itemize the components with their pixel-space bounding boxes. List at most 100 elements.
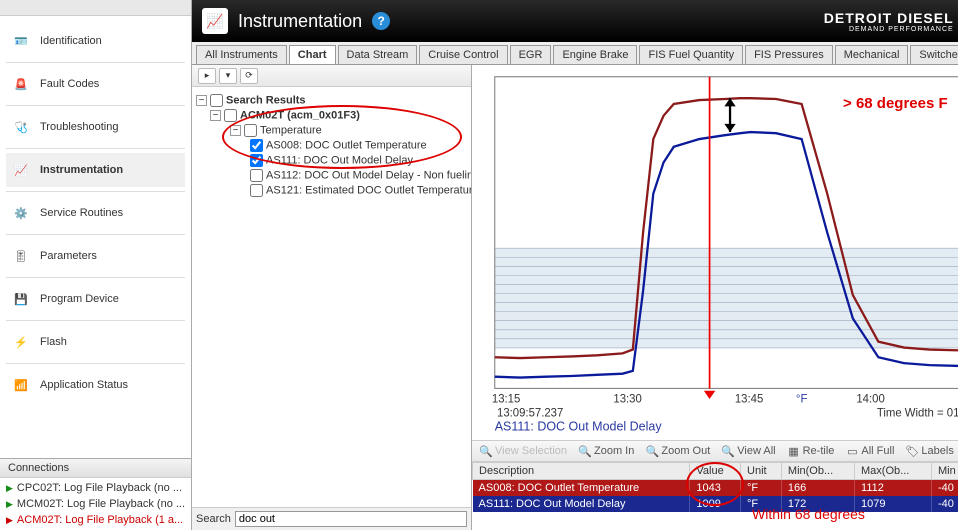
tab-chart[interactable]: Chart — [289, 45, 336, 64]
table-header[interactable]: Max(Ob... — [855, 463, 932, 480]
tree-leaf-label: AS008: DOC Outlet Temperature — [266, 139, 427, 151]
tab-fis-fuel-quantity[interactable]: FIS Fuel Quantity — [639, 45, 743, 64]
svg-text:°F: °F — [796, 393, 807, 405]
instrumentation-icon: 📈 — [202, 8, 228, 34]
table-row[interactable]: AS008: DOC Outlet Temperature1043°F16611… — [473, 480, 958, 497]
chart-area[interactable]: 13:1513:3013:4514:0014:1513:09:57.237°FT… — [472, 65, 958, 440]
sidebar-item-label: Application Status — [40, 379, 128, 391]
all-full-icon: ▭ — [846, 445, 858, 457]
sidebar-item-application-status[interactable]: 📶 Application Status — [6, 368, 185, 402]
brand-line1: DETROIT DIESEL — [824, 10, 954, 26]
retile-button[interactable]: ▦Re-tile — [788, 445, 835, 457]
sidebar: 🪪 Identification 🚨 Fault Codes 🩺Troubleshoot… — [0, 0, 192, 530]
sidebar-item-label: Service Routines — [40, 207, 123, 219]
help-icon[interactable]: ? — [372, 12, 390, 30]
sidebar-item-identification[interactable]: 🪪 Identification — [6, 24, 185, 58]
tree-node-label: Temperature — [260, 124, 322, 136]
tree-collapse-button[interactable]: ▾ — [219, 68, 237, 84]
tab-egr[interactable]: EGR — [510, 45, 552, 64]
all-full-button[interactable]: ▭All Full — [846, 445, 894, 457]
tree-checkbox[interactable] — [244, 124, 257, 137]
expander-icon[interactable]: − — [230, 125, 241, 136]
search-label: Search — [196, 513, 231, 525]
tab-switches[interactable]: Switches — [910, 45, 958, 64]
tab-fis-pressures[interactable]: FIS Pressures — [745, 45, 833, 64]
table-header[interactable]: Description — [473, 463, 690, 480]
table-cell: °F — [741, 480, 782, 497]
table-annotation-text: Within 68 degrees — [752, 506, 865, 522]
tree-checkbox[interactable] — [250, 169, 263, 182]
svg-text:Time Width = 01:19:27.705: Time Width = 01:19:27.705 — [877, 407, 958, 419]
tree-checkbox[interactable] — [250, 139, 263, 152]
svg-text:13:45: 13:45 — [735, 393, 763, 405]
table-cell: AS008: DOC Outlet Temperature — [473, 480, 690, 497]
sidebar-item-label: Identification — [40, 35, 102, 47]
tree-node-label: ACM02T (acm_0x01F3) — [240, 109, 360, 121]
gear-icon: ⚙️ — [10, 202, 32, 224]
expander-icon[interactable]: − — [210, 110, 221, 121]
brand: DETROIT DIESEL DEMAND PERFORMANCE — [824, 10, 954, 33]
tree-leaf-label: AS112: DOC Out Model Delay - Non fueling — [266, 169, 471, 181]
table-cell: AS111: DOC Out Model Delay — [473, 496, 690, 512]
tree-expand-button[interactable]: ▸ — [198, 68, 216, 84]
labels-icon: 🏷 — [906, 445, 918, 457]
expander-icon[interactable]: − — [196, 95, 207, 106]
connections-panel: Connections ▶CPC02T: Log File Playback (… — [0, 458, 191, 530]
alert-icon: 🚨 — [10, 73, 32, 95]
brand-line2: DEMAND PERFORMANCE — [824, 26, 954, 33]
view-selection-button[interactable]: 🔍View Selection — [480, 445, 567, 457]
view-all-button[interactable]: 🔍View All — [722, 445, 775, 457]
tab-bar: All InstrumentsChartData StreamCruise Co… — [192, 42, 958, 65]
tab-mechanical[interactable]: Mechanical — [835, 45, 909, 64]
tab-cruise-control[interactable]: Cruise Control — [419, 45, 507, 64]
chart-toolbar: 🔍View Selection 🔍Zoom In 🔍Zoom Out 🔍View… — [472, 440, 958, 462]
tree-checkbox[interactable] — [250, 154, 263, 167]
tab-engine-brake[interactable]: Engine Brake — [553, 45, 637, 64]
zoom-out-icon: 🔍 — [646, 445, 658, 457]
tab-data-stream[interactable]: Data Stream — [338, 45, 418, 64]
tree-checkbox[interactable] — [250, 184, 263, 197]
sidebar-item-parameters[interactable]: 🎚Parameters — [6, 239, 185, 273]
tree-checkbox[interactable] — [224, 109, 237, 122]
status-icon: 📶 — [10, 374, 32, 396]
connection-item[interactable]: ▶CPC02T: Log File Playback (no ... — [4, 480, 187, 496]
connection-item[interactable]: ▶ACM02T: Log File Playback (1 a... — [4, 512, 187, 528]
connection-item[interactable]: ▶MCM02T: Log File Playback (no ... — [4, 496, 187, 512]
tree-toolbar: ▸ ▾ ⟳ — [192, 65, 471, 87]
labels-button[interactable]: 🏷Labels — [906, 445, 953, 457]
sidebar-item-service-routines[interactable]: ⚙️ Service Routines — [6, 196, 185, 230]
zoom-in-button[interactable]: 🔍Zoom In — [579, 445, 634, 457]
tab-all-instruments[interactable]: All Instruments — [196, 45, 287, 64]
sidebar-top-bar — [0, 0, 191, 16]
sidebar-item-instrumentation[interactable]: 📈Instrumentation — [6, 153, 185, 187]
parameter-tree: −Search Results −ACM02T (acm_0x01F3) −Te… — [192, 87, 471, 507]
sidebar-item-label: Flash — [40, 336, 67, 348]
badge-icon: 🪪 — [10, 30, 32, 52]
sidebar-item-program-device[interactable]: 💾Program Device — [6, 282, 185, 316]
svg-text:13:15: 13:15 — [492, 393, 520, 405]
sidebar-item-label: Fault Codes — [40, 78, 99, 90]
tree-pane: ▸ ▾ ⟳ −Search Results −ACM02T (acm_0x01F… — [192, 65, 472, 530]
table-header[interactable]: Value — [690, 463, 741, 480]
table-row[interactable]: AS111: DOC Out Model Delay1009°F1721079-… — [473, 496, 958, 512]
view-all-icon: 🔍 — [722, 445, 734, 457]
sidebar-item-label: Instrumentation — [40, 164, 123, 176]
sidebar-item-fault-codes[interactable]: 🚨 Fault Codes — [6, 67, 185, 101]
table-cell: -40 — [931, 480, 958, 497]
table-header[interactable]: Min(Ob... — [781, 463, 854, 480]
lightning-icon: ⚡ — [10, 331, 32, 353]
svg-text:AS111: DOC Out Model Delay: AS111: DOC Out Model Delay — [495, 419, 663, 433]
svg-text:14:00: 14:00 — [856, 393, 884, 405]
search-input[interactable] — [235, 511, 467, 527]
titlebar: 📈 Instrumentation ? DETROIT DIESEL DEMAN… — [192, 0, 958, 42]
tree-refresh-button[interactable]: ⟳ — [240, 68, 258, 84]
play-icon: ▶ — [6, 483, 13, 494]
sidebar-item-label: Program Device — [40, 293, 119, 305]
play-icon: ▶ — [6, 499, 13, 510]
tree-checkbox[interactable] — [210, 94, 223, 107]
table-header[interactable]: Unit — [741, 463, 782, 480]
zoom-out-button[interactable]: 🔍Zoom Out — [646, 445, 710, 457]
sidebar-item-flash[interactable]: ⚡ Flash — [6, 325, 185, 359]
table-header[interactable]: Min — [931, 463, 958, 480]
sidebar-item-troubleshooting[interactable]: 🩺Troubleshooting — [6, 110, 185, 144]
